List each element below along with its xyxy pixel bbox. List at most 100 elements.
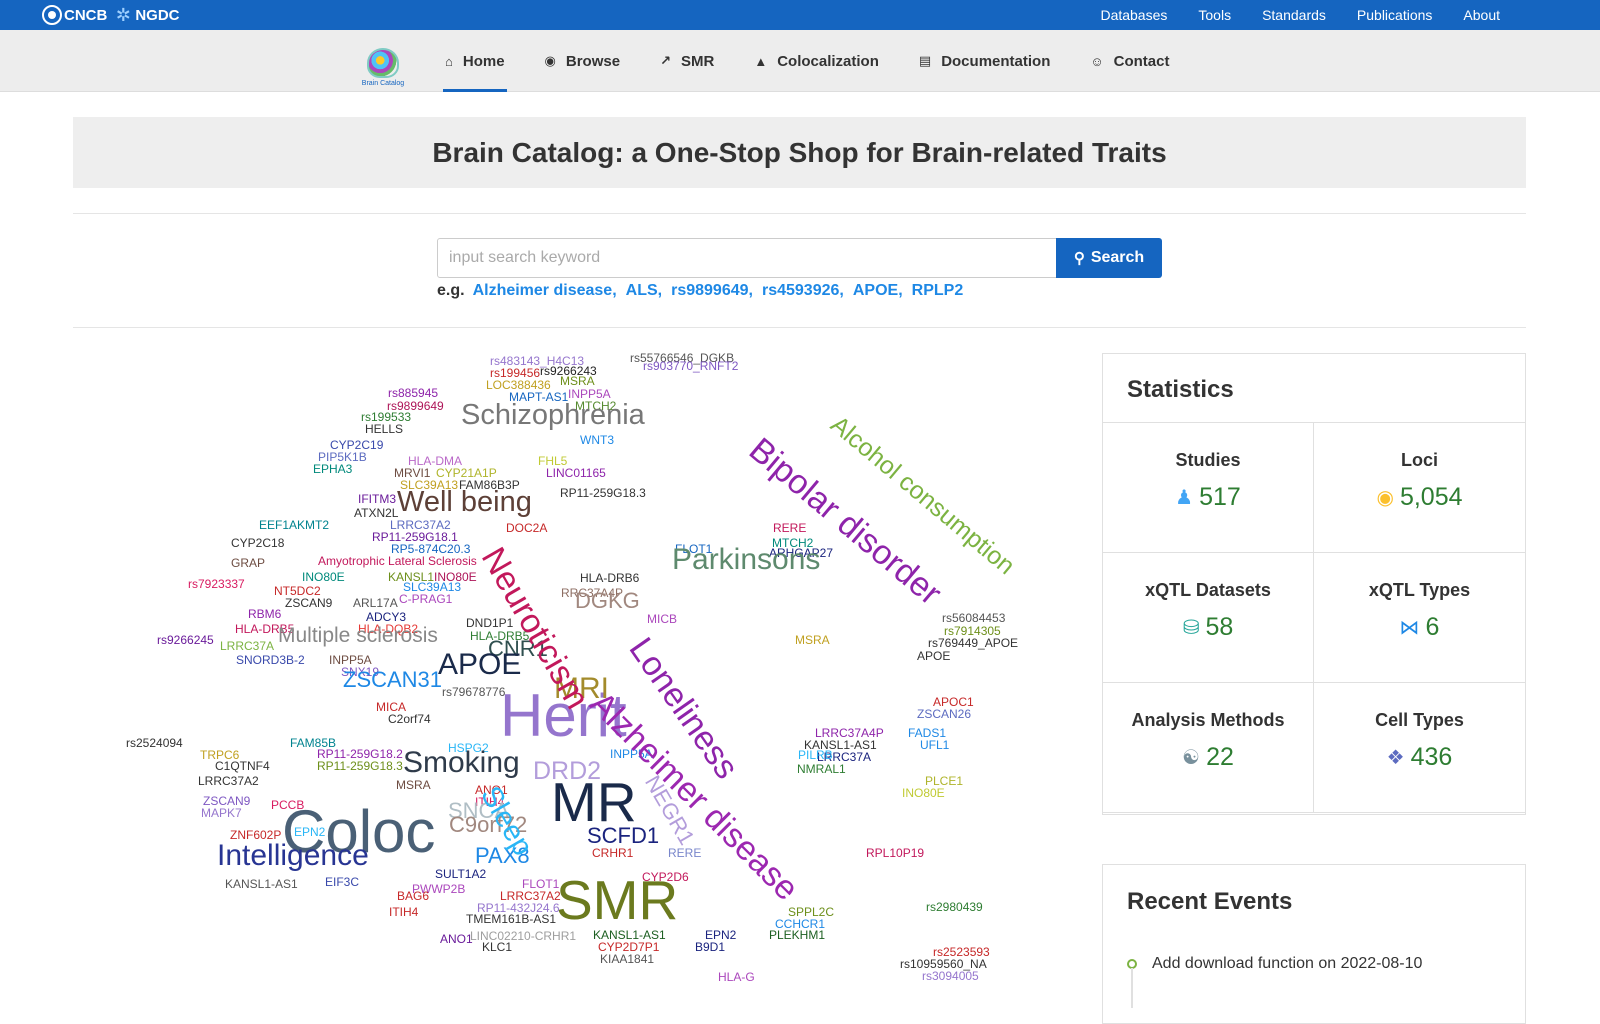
example-link[interactable]: Alzheimer disease xyxy=(473,282,613,300)
cncb-ngdc-logo[interactable]: CNCB ✲ NGDC xyxy=(42,4,180,26)
word-cloud-term[interactable]: KLC1 xyxy=(482,941,512,953)
word-cloud-term[interactable]: GRAP xyxy=(231,557,265,569)
example-link[interactable]: RPLP2 xyxy=(912,282,964,300)
word-cloud-term[interactable]: B9D1 xyxy=(695,941,725,953)
word-cloud-term[interactable]: C-PRAG1 xyxy=(399,593,452,605)
word-cloud-term[interactable]: ZSCAN26 xyxy=(917,708,971,720)
stat-studies[interactable]: Studies ♟ 517 xyxy=(1103,423,1314,553)
stat-xqtl-types[interactable]: xQTL Types ⋈ 6 xyxy=(1314,553,1525,683)
nav-home[interactable]: ⌂ Home xyxy=(443,30,507,92)
word-cloud-term[interactable]: MICB xyxy=(647,613,677,625)
word-cloud-term[interactable]: rs79678776 xyxy=(442,686,505,698)
word-cloud-term[interactable]: RPL10P19 xyxy=(866,847,924,859)
word-cloud-term[interactable]: UFL1 xyxy=(920,739,949,751)
word-cloud-term[interactable]: KANSL1-AS1 xyxy=(225,878,298,890)
word-cloud-term[interactable]: ARL17A xyxy=(353,597,398,609)
word-cloud-term[interactable]: HLA-G xyxy=(718,971,755,983)
search-button[interactable]: ⚲ Search xyxy=(1056,238,1162,278)
word-cloud-term[interactable]: INO80E xyxy=(302,571,345,583)
word-cloud-term[interactable]: LRRC37A2 xyxy=(198,775,259,787)
stat-xqtl-datasets[interactable]: xQTL Datasets ⛁ 58 xyxy=(1103,553,1314,683)
word-cloud-term[interactable]: Intelligence xyxy=(217,841,369,871)
word-cloud-term[interactable]: C2orf74 xyxy=(388,713,431,725)
word-cloud-term[interactable]: Well being xyxy=(397,488,532,517)
brain-catalog-logo[interactable]: Brain Catalog xyxy=(358,48,408,90)
word-cloud-term[interactable]: LINC01165 xyxy=(546,467,606,479)
word-cloud-term[interactable]: MAPK7 xyxy=(201,807,242,819)
top-link-databases[interactable]: Databases xyxy=(1100,7,1167,23)
word-cloud-term[interactable]: BAG6 xyxy=(397,890,429,902)
stat-loci[interactable]: Loci ◉ 5,054 xyxy=(1314,423,1525,553)
word-cloud-term[interactable]: TMEM161B-AS1 xyxy=(466,913,556,925)
top-link-publications[interactable]: Publications xyxy=(1357,7,1433,23)
word-cloud-term[interactable]: ITIH4 xyxy=(389,906,418,918)
word-cloud-term[interactable]: SMR xyxy=(556,873,678,928)
top-link-tools[interactable]: Tools xyxy=(1198,7,1231,23)
nav-contact[interactable]: ☺ Contact xyxy=(1090,30,1169,92)
word-cloud-term[interactable]: APOE xyxy=(917,650,950,662)
word-cloud-term[interactable]: INO80E xyxy=(902,787,945,799)
word-cloud-term[interactable]: rs3094005 xyxy=(922,970,979,982)
word-cloud-term[interactable]: MSRA xyxy=(396,779,431,791)
nav-documentation[interactable]: ▤ Documentation xyxy=(919,30,1050,92)
word-cloud-term[interactable]: rs903770_RNFT2 xyxy=(643,360,738,372)
word-cloud-term[interactable]: Parkinsons xyxy=(672,545,820,575)
word-cloud-term[interactable]: RERE xyxy=(773,522,806,534)
word-cloud-term[interactable]: EPN2 xyxy=(294,826,325,838)
word-cloud-term[interactable]: ANO1 xyxy=(440,933,473,945)
word-cloud-term[interactable]: EPHA3 xyxy=(313,463,352,475)
word-cloud-term[interactable]: rs2524094 xyxy=(126,737,183,749)
word-cloud-term[interactable]: NMRAL1 xyxy=(797,763,846,775)
word-cloud-term[interactable]: SNORD3B-2 xyxy=(236,654,305,666)
example-link[interactable]: APOE xyxy=(853,282,898,300)
word-cloud-term[interactable]: HELLS xyxy=(365,423,403,435)
word-cloud-term[interactable]: rs7923337 xyxy=(188,578,245,590)
stat-cell-types[interactable]: Cell Types ❖ 436 xyxy=(1314,683,1525,813)
word-cloud-term[interactable]: RBM6 xyxy=(248,608,281,620)
word-cloud-term[interactable]: DRD2 xyxy=(533,759,601,784)
word-cloud-term[interactable]: IFITM3 xyxy=(358,493,396,505)
word-cloud-term[interactable]: rs769449_APOE xyxy=(928,637,1018,649)
word-cloud-term[interactable]: rs56084453 xyxy=(942,612,1005,624)
word-cloud-term[interactable]: RP11-259G18.3 xyxy=(560,487,646,499)
word-cloud-term[interactable]: KIAA1841 xyxy=(600,953,654,965)
word-cloud-term[interactable]: Multiple sclerosis xyxy=(278,625,438,646)
word-cloud-term[interactable]: RP11-259G18.3 xyxy=(317,760,403,772)
word-cloud-term[interactable]: rs9266245 xyxy=(157,634,214,646)
word-cloud-term[interactable]: rs7914305 xyxy=(944,625,1001,637)
word-cloud-term[interactable]: APOE xyxy=(438,650,521,680)
word-cloud-term[interactable]: LRRC37A xyxy=(220,640,274,652)
word-cloud-term[interactable]: Amyotrophic Lateral Sclerosis xyxy=(318,555,477,567)
word-cloud-term[interactable]: HLA-DRB6 xyxy=(580,572,639,584)
word-cloud-term[interactable]: Schizophrenia xyxy=(461,401,645,430)
word-cloud-term[interactable]: MSRA xyxy=(560,375,595,387)
word-cloud-term[interactable]: Smoking xyxy=(403,748,520,778)
word-cloud-term[interactable]: WNT3 xyxy=(580,434,614,446)
nav-colocalization[interactable]: ▲ Colocalization xyxy=(754,30,879,92)
stat-analysis-methods[interactable]: Analysis Methods ☯ 22 xyxy=(1103,683,1314,813)
word-cloud-term[interactable]: PLEKHM1 xyxy=(769,929,825,941)
word-cloud-term[interactable]: DND1P1 xyxy=(466,617,513,629)
example-link[interactable]: rs4593926 xyxy=(762,282,839,300)
word-cloud-term[interactable]: EEF1AKMT2 xyxy=(259,519,329,531)
word-cloud-term[interactable]: C1QTNF4 xyxy=(215,760,270,772)
nav-browse[interactable]: ◉ Browse xyxy=(545,30,621,92)
word-cloud-term[interactable]: ZSCAN31 xyxy=(343,669,442,691)
word-cloud-term[interactable]: MSRA xyxy=(795,634,830,646)
word-cloud-term[interactable]: PILRB xyxy=(798,749,833,761)
word-cloud-term[interactable]: rs2980439 xyxy=(926,901,983,913)
word-cloud-term[interactable]: RERE xyxy=(668,847,701,859)
word-cloud-term[interactable]: CRHR1 xyxy=(592,847,633,859)
word-cloud-term[interactable]: EIF3C xyxy=(325,876,359,888)
word-cloud-term[interactable]: CYP2C18 xyxy=(231,537,284,549)
search-input[interactable] xyxy=(437,238,1057,278)
top-link-standards[interactable]: Standards xyxy=(1262,7,1326,23)
word-cloud-term[interactable]: DOC2A xyxy=(506,522,547,534)
top-link-about[interactable]: About xyxy=(1463,7,1500,23)
nav-smr[interactable]: ↗ SMR xyxy=(660,30,714,92)
example-link[interactable]: ALS xyxy=(626,282,658,300)
word-cloud-term[interactable]: DGKG xyxy=(575,590,640,612)
example-link[interactable]: rs9899649 xyxy=(671,282,748,300)
word-cloud-term[interactable]: SULT1A2 xyxy=(435,868,486,880)
word-cloud-term[interactable]: rs885945 xyxy=(388,387,438,399)
